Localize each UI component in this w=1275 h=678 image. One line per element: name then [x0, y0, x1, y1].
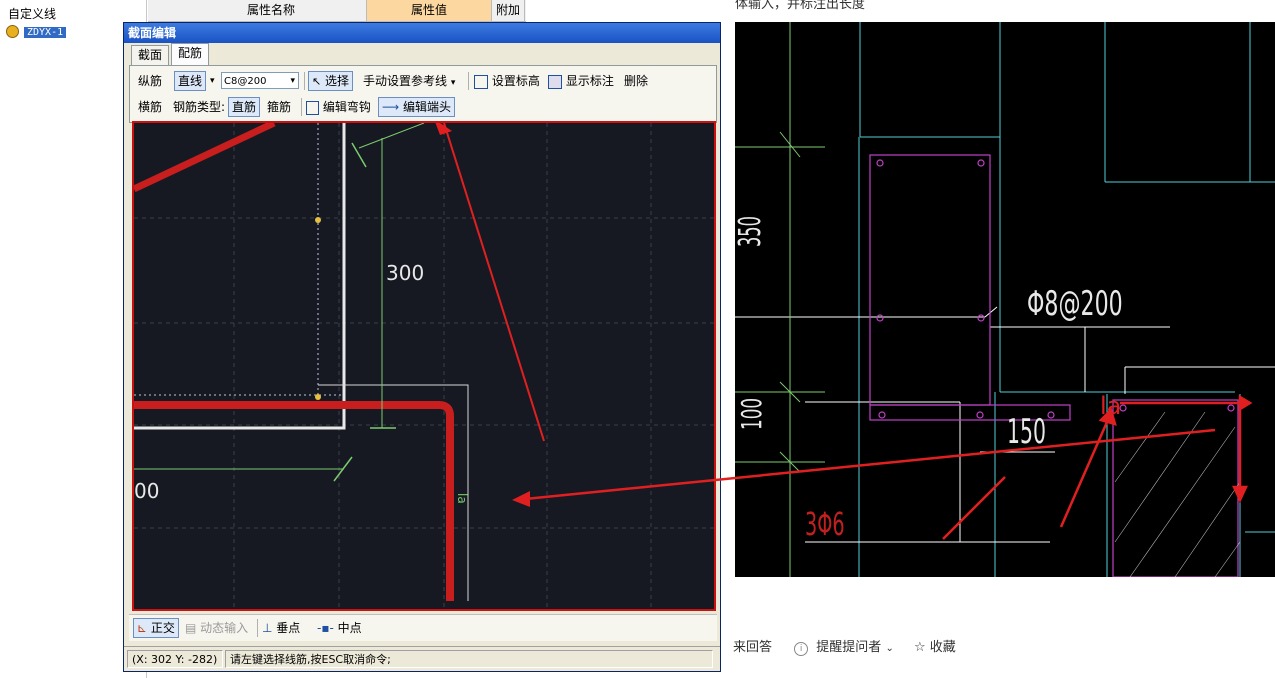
dimension-300: 300	[386, 261, 425, 285]
chevron-down-icon: ⌄	[885, 643, 894, 654]
separator	[257, 619, 258, 637]
prop-col-name[interactable]: 属性名称	[176, 0, 367, 21]
la-label: la	[455, 493, 469, 504]
info-icon: i	[794, 642, 809, 656]
midpoint-button[interactable]: -▪- 中点	[317, 618, 362, 638]
show-dimension-label: 显示标注	[565, 74, 614, 88]
straight-bar-button[interactable]: 直筋	[228, 97, 261, 117]
tab-section[interactable]: 截面	[131, 45, 170, 65]
end-outline	[318, 384, 469, 601]
separator	[468, 72, 469, 90]
cad-svg	[735, 22, 1275, 577]
remind-asker-button[interactable]: 提醒提问者 ⌄	[816, 640, 894, 655]
section-edit-dialog: 截面编辑 截面 配筋 纵筋 直线 ▾ C8@200 ▾ ↖ 选择 手动设置参考线…	[123, 22, 721, 672]
midpoint-label: 中点	[337, 621, 362, 635]
delete-button[interactable]: 删除	[624, 71, 648, 91]
dynamic-input-label: 动态输入	[200, 621, 249, 635]
select-button[interactable]: ↖ 选择	[308, 71, 354, 91]
perpendicular-icon: ⊥	[262, 621, 273, 635]
cad-la-label: la	[1100, 392, 1122, 420]
chevron-down-icon: ▾	[290, 76, 295, 86]
elevation-icon	[474, 74, 488, 89]
edit-end-label: 编辑端头	[403, 100, 452, 114]
arrow-head	[435, 123, 452, 135]
perpendicular-label: 垂点	[276, 621, 301, 635]
rebar-type-label: 钢筋类型:	[173, 100, 226, 114]
dynamic-input-icon: ▤	[185, 621, 197, 635]
prop-col-extra[interactable]: 附加	[492, 0, 525, 21]
status-message: 请左键选择线筋,按ESC取消命令;	[225, 650, 713, 668]
cad-drawing-image: 350 100 Φ8@200 150 3Φ6 la	[735, 22, 1275, 577]
cad-bars: 3Φ6	[805, 505, 845, 543]
favorite-label: 收藏	[929, 640, 956, 655]
spec-combo[interactable]: C8@200 ▾	[221, 72, 299, 89]
question-text: 体输入，并标注出长度	[735, 0, 866, 12]
favorite-button[interactable]: ☆ 收藏	[914, 640, 956, 655]
edit-hook-label: 编辑弯钩	[322, 100, 371, 114]
snap-toolbar: ⊾ 正交 ▤ 动态输入 ⊥ 垂点 -▪- 中点	[129, 614, 717, 641]
longitudinal-label: 纵筋	[138, 74, 163, 88]
status-bar: (X: 302 Y: -282) 请左键选择线筋,按ESC取消命令;	[124, 646, 720, 671]
reference-line-label: 手动设置参考线	[363, 74, 448, 88]
cursor-icon: ↖	[312, 75, 322, 88]
dynamic-input-button[interactable]: ▤ 动态输入	[185, 618, 248, 638]
end-icon: ⟶	[382, 100, 400, 114]
chevron-down-icon[interactable]: ▾	[210, 71, 215, 91]
snap-point	[315, 394, 321, 400]
transverse-label: 横筋	[138, 100, 163, 114]
edit-hook-button[interactable]: 编辑弯钩	[306, 97, 371, 117]
dim-leader	[358, 123, 425, 149]
ortho-button[interactable]: ⊾ 正交	[133, 618, 179, 638]
separator	[304, 72, 305, 90]
footer-actions: 来回答 i 提醒提问者 ⌄ ☆ 收藏	[733, 638, 956, 658]
property-header: 属性名称 属性值 附加	[148, 0, 526, 22]
answer-link[interactable]: 来回答	[733, 640, 772, 655]
tree-item-label: 自定义线	[8, 7, 57, 21]
hook-icon	[306, 100, 319, 115]
cad-dim-350: 350	[735, 216, 768, 247]
reference-line-dropdown[interactable]: 手动设置参考线 ▾	[363, 71, 455, 91]
select-label: 选择	[325, 74, 350, 88]
dimension-00: 00	[134, 479, 160, 503]
divider	[726, 0, 734, 678]
perpendicular-button[interactable]: ⊥ 垂点	[262, 618, 300, 638]
set-elevation-label: 设置标高	[491, 74, 540, 88]
show-dimension-button[interactable]: 显示标注	[548, 71, 614, 91]
annotation-arrow	[443, 123, 545, 442]
canvas-svg	[134, 123, 714, 609]
cad-rebar-spec: Φ8@200	[1027, 284, 1123, 324]
diagonal-rebar	[134, 123, 276, 193]
toolbar-panel: 纵筋 直线 ▾ C8@200 ▾ ↖ 选择 手动设置参考线 ▾ 设置标高 显示标…	[129, 65, 717, 123]
tree-item-custom-line[interactable]: 自定义线	[8, 6, 56, 22]
tab-rebar[interactable]: 配筋	[171, 43, 210, 66]
ortho-label: 正交	[150, 621, 175, 635]
grid-lines	[134, 123, 714, 609]
chevron-down-icon: ▾	[450, 78, 456, 88]
section-outline	[134, 123, 346, 430]
separator	[301, 98, 302, 116]
tree-item-zdyx[interactable]: ZDYX-1	[6, 23, 67, 39]
dialog-title: 截面编辑	[124, 23, 720, 43]
cad-dim-150: 150	[1007, 412, 1046, 452]
edit-end-button[interactable]: ⟶ 编辑端头	[378, 97, 456, 117]
ortho-icon: ⊾	[137, 621, 148, 635]
star-icon: ☆	[913, 640, 926, 655]
set-elevation-button[interactable]: 设置标高	[474, 71, 540, 91]
main-rebar	[134, 401, 454, 601]
midpoint-icon: -▪-	[317, 621, 334, 635]
gear-icon	[6, 25, 19, 38]
dimension-icon	[548, 74, 562, 89]
snap-point	[315, 217, 321, 223]
remind-label: 提醒提问者	[816, 640, 882, 655]
tree-item-label-selected: ZDYX-1	[24, 27, 67, 38]
spec-value: C8@200	[224, 76, 267, 87]
stirrup-button[interactable]: 箍筋	[267, 97, 291, 117]
cad-dim-100: 100	[735, 397, 768, 430]
coordinate-readout: (X: 302 Y: -282)	[127, 650, 223, 668]
prop-col-value[interactable]: 属性值	[367, 0, 492, 21]
line-mode-button[interactable]: 直线	[174, 71, 207, 91]
drawing-canvas[interactable]: 300 00 la	[132, 121, 716, 611]
